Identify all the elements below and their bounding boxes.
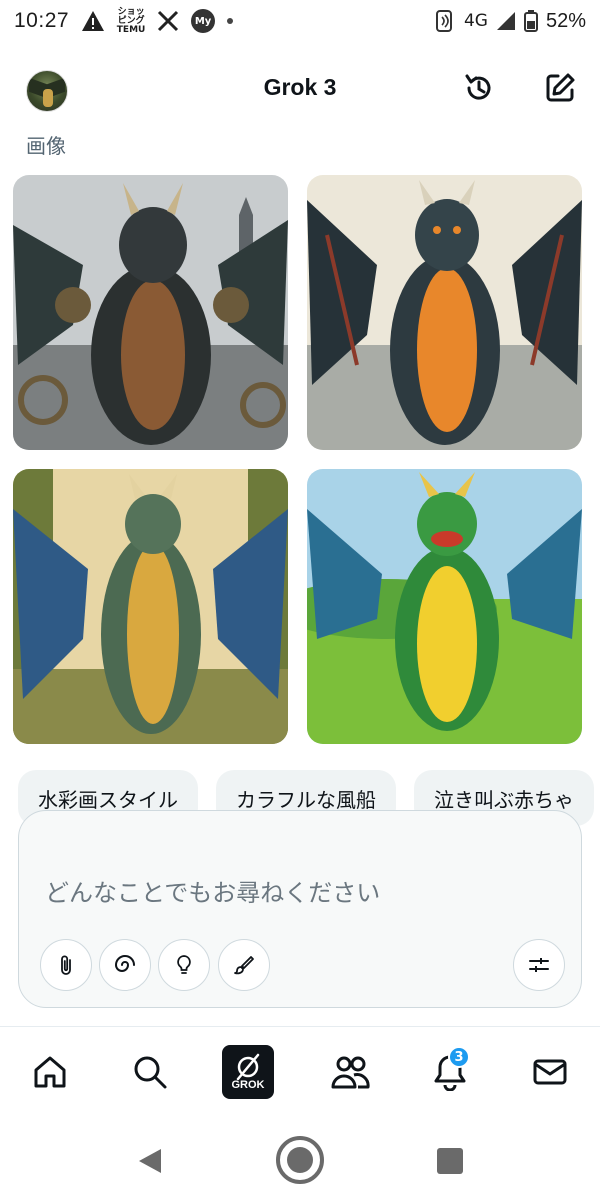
mail-icon[interactable] (524, 1046, 576, 1098)
x-icon (157, 10, 179, 32)
section-label-images: 画像 (26, 134, 66, 158)
brush-icon[interactable] (218, 939, 270, 991)
my-docomo-icon: My (191, 9, 216, 33)
attach-icon[interactable] (40, 939, 92, 991)
back-icon[interactable] (137, 1147, 163, 1179)
search-icon[interactable] (124, 1046, 176, 1098)
dragon-image-2[interactable] (307, 175, 582, 450)
image-grid (13, 175, 583, 745)
home-icon[interactable] (24, 1046, 76, 1098)
status-bar: 10:27 ショッピング TEMU My 4G 52% (0, 0, 600, 42)
signal-icon (496, 11, 516, 31)
app-header: Grok 3 (0, 62, 600, 116)
dragon-image-4[interactable] (307, 469, 582, 744)
bottom-nav: GROK (0, 1040, 600, 1108)
network-label: 4G (463, 11, 488, 31)
grok-icon[interactable]: GROK (222, 1045, 274, 1099)
nfc-icon (434, 9, 456, 33)
battery-level: 52% (545, 9, 586, 32)
dot-icon (227, 18, 234, 24)
dragon-image-1[interactable] (13, 175, 288, 450)
grok-label: GROK (231, 1079, 265, 1091)
temu-icon: ショッピング TEMU (116, 6, 146, 35)
sliders-icon[interactable] (513, 939, 565, 991)
spiral-icon[interactable] (99, 939, 151, 991)
people-icon[interactable] (324, 1046, 376, 1098)
page-title: Grok 3 (263, 74, 337, 100)
recents-icon[interactable] (437, 1148, 463, 1174)
warning-icon (81, 10, 105, 32)
battery-icon (523, 10, 538, 32)
lightbulb-icon[interactable] (158, 939, 210, 991)
dragon-image-3[interactable] (13, 469, 288, 744)
nav-divider (0, 1026, 600, 1027)
compose-icon[interactable] (540, 68, 580, 108)
history-icon[interactable] (459, 68, 499, 108)
system-nav-bar (0, 1120, 600, 1200)
status-time: 10:27 (14, 9, 70, 32)
home-button-icon[interactable] (276, 1136, 324, 1184)
prompt-input-box[interactable]: どんなことでもお尋ねください (18, 810, 582, 1008)
notification-badge: 3 (448, 1046, 470, 1068)
prompt-input[interactable]: どんなことでもお尋ねください (45, 873, 380, 908)
